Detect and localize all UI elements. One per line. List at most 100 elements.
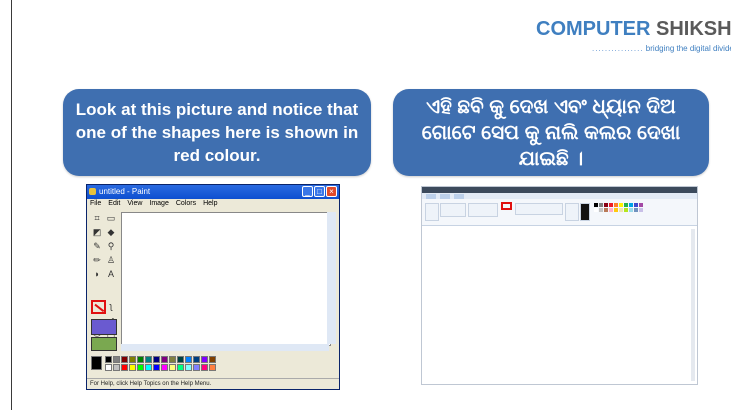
tool-option-box xyxy=(91,319,117,335)
palette-swatch xyxy=(129,356,136,363)
ribbon-line-shape-highlighted-icon xyxy=(501,202,512,210)
classic-status-bar: For Help, click Help Topics on the Help … xyxy=(87,378,339,389)
airbrush-icon: ◗ xyxy=(94,269,100,279)
left-divider-line xyxy=(11,0,12,410)
palette-swatch xyxy=(121,356,128,363)
maximize-icon: □ xyxy=(314,186,325,197)
odia-instruction-bubble: ଏହି ଛବି କୁ ଦେଖ ଏବଂ ଧ୍ୟାନ ଦିଅ ଗୋଟେ ସେପ କୁ… xyxy=(393,89,709,176)
ribbon-vertical-scrollbar xyxy=(691,229,695,381)
ribbon-image-group xyxy=(440,203,466,217)
ribbon-color-swatch xyxy=(639,208,643,212)
ribbon-color-swatch xyxy=(624,208,628,212)
palette-swatch xyxy=(153,356,160,363)
palette-swatch xyxy=(113,356,120,363)
ribbon-color-swatch xyxy=(614,208,618,212)
ribbon-color-swatch xyxy=(624,203,628,207)
ribbon-color-swatch xyxy=(634,208,638,212)
palette-swatch xyxy=(161,364,168,371)
english-instruction-bubble: Look at this picture and notice that one… xyxy=(63,89,371,176)
ribbon-color-swatch xyxy=(604,203,608,207)
ribbon-color-swatch xyxy=(629,208,633,212)
palette-swatch xyxy=(185,356,192,363)
palette-swatch xyxy=(161,356,168,363)
palette-swatch xyxy=(201,364,208,371)
ribbon-color-swatch xyxy=(619,208,623,212)
palette-swatch xyxy=(209,364,216,371)
palette-swatch xyxy=(177,364,184,371)
curve-icon: ʅ xyxy=(110,301,112,311)
paint-app-icon xyxy=(89,188,96,195)
palette-swatch xyxy=(121,364,128,371)
logo-tagline: bridging the digital divide xyxy=(645,44,731,53)
classic-paint-title: untitled - Paint xyxy=(99,187,151,196)
logo-part-computer: COMPUTER xyxy=(536,18,651,40)
ribbon-shapes-group xyxy=(515,203,563,215)
ribbon-color-swatch xyxy=(604,208,608,212)
minimize-icon: _ xyxy=(302,186,313,197)
current-color-swatch xyxy=(91,356,102,370)
ribbon-color-swatch xyxy=(634,203,638,207)
ribbon-color-swatch xyxy=(599,203,603,207)
palette-swatch xyxy=(177,356,184,363)
close-icon: × xyxy=(326,186,337,197)
ribbon-color-palette xyxy=(594,203,654,215)
ribbon-paint-window-image xyxy=(421,186,698,385)
ribbon-color1-icon xyxy=(580,203,590,221)
menu-view: View xyxy=(127,200,143,207)
english-instruction-text: Look at this picture and notice that one… xyxy=(75,100,359,165)
ribbon-color-swatch xyxy=(614,203,618,207)
ribbon-color-swatch xyxy=(609,203,613,207)
menu-colors: Colors xyxy=(175,200,197,207)
horizontal-scrollbar xyxy=(121,344,329,351)
palette-swatch xyxy=(105,356,112,363)
ribbon-toolbar xyxy=(422,199,697,226)
logo-tagline-row: ................ bridging the digital di… xyxy=(592,44,731,53)
classic-paint-window-image: untitled - Paint _ □ × File Edit View Im… xyxy=(86,184,340,390)
tool-option-box-secondary xyxy=(91,337,117,351)
ribbon-size-icon xyxy=(565,203,579,221)
eraser-icon: ◩ xyxy=(92,227,102,237)
select-icon: ▭ xyxy=(106,213,116,223)
magnifier-icon: ⚲ xyxy=(107,241,115,251)
picker-icon: ✎ xyxy=(93,241,101,251)
logo-dots: ................ xyxy=(592,44,644,53)
palette-swatch xyxy=(129,364,136,371)
odia-instruction-text: ଏହି ଛବି କୁ ଦେଖ ଏବଂ ଧ୍ୟାନ ଦିଅ ଗୋଟେ ସେପ କୁ… xyxy=(421,95,681,170)
palette-swatch xyxy=(209,356,216,363)
palette-swatch xyxy=(169,364,176,371)
ribbon-color-swatch xyxy=(594,208,598,212)
palette-swatch xyxy=(153,364,160,371)
computer-shiksha-logo: COMPUTER SHIKSHA ................ bridgi… xyxy=(536,18,731,62)
ribbon-color-swatch xyxy=(629,203,633,207)
palette-swatch xyxy=(193,364,200,371)
brush-icon: ♙ xyxy=(106,255,116,265)
palette-swatch xyxy=(113,364,120,371)
palette-swatch xyxy=(193,356,200,363)
palette-swatch xyxy=(201,356,208,363)
classic-paint-menubar: File Edit View Image Colors Help xyxy=(87,199,339,209)
ribbon-color-swatch xyxy=(639,203,643,207)
line-tool-highlighted-icon xyxy=(91,300,106,314)
palette-swatch xyxy=(105,364,112,371)
classic-color-palette xyxy=(91,356,241,372)
ribbon-paste-icon xyxy=(425,203,439,221)
pencil-icon: ✏ xyxy=(93,255,101,265)
logo-part-shiksha: SHIKSHA xyxy=(656,18,731,40)
ribbon-tools-group xyxy=(468,203,498,217)
palette-swatch xyxy=(185,364,192,371)
menu-image: Image xyxy=(149,200,169,207)
text-icon: A xyxy=(107,269,114,279)
palette-swatch xyxy=(137,356,144,363)
menu-edit: Edit xyxy=(108,200,121,207)
ribbon-color-swatch xyxy=(619,203,623,207)
palette-swatch xyxy=(137,364,144,371)
vertical-scrollbar xyxy=(327,212,336,344)
menu-help: Help xyxy=(203,200,218,207)
classic-paint-canvas xyxy=(121,212,331,346)
free-select-icon: ⌗ xyxy=(94,213,100,223)
palette-swatch xyxy=(169,356,176,363)
fill-icon: ◆ xyxy=(107,227,115,237)
menu-file: File xyxy=(90,200,102,207)
ribbon-color-swatch xyxy=(599,208,603,212)
palette-swatch xyxy=(145,356,152,363)
